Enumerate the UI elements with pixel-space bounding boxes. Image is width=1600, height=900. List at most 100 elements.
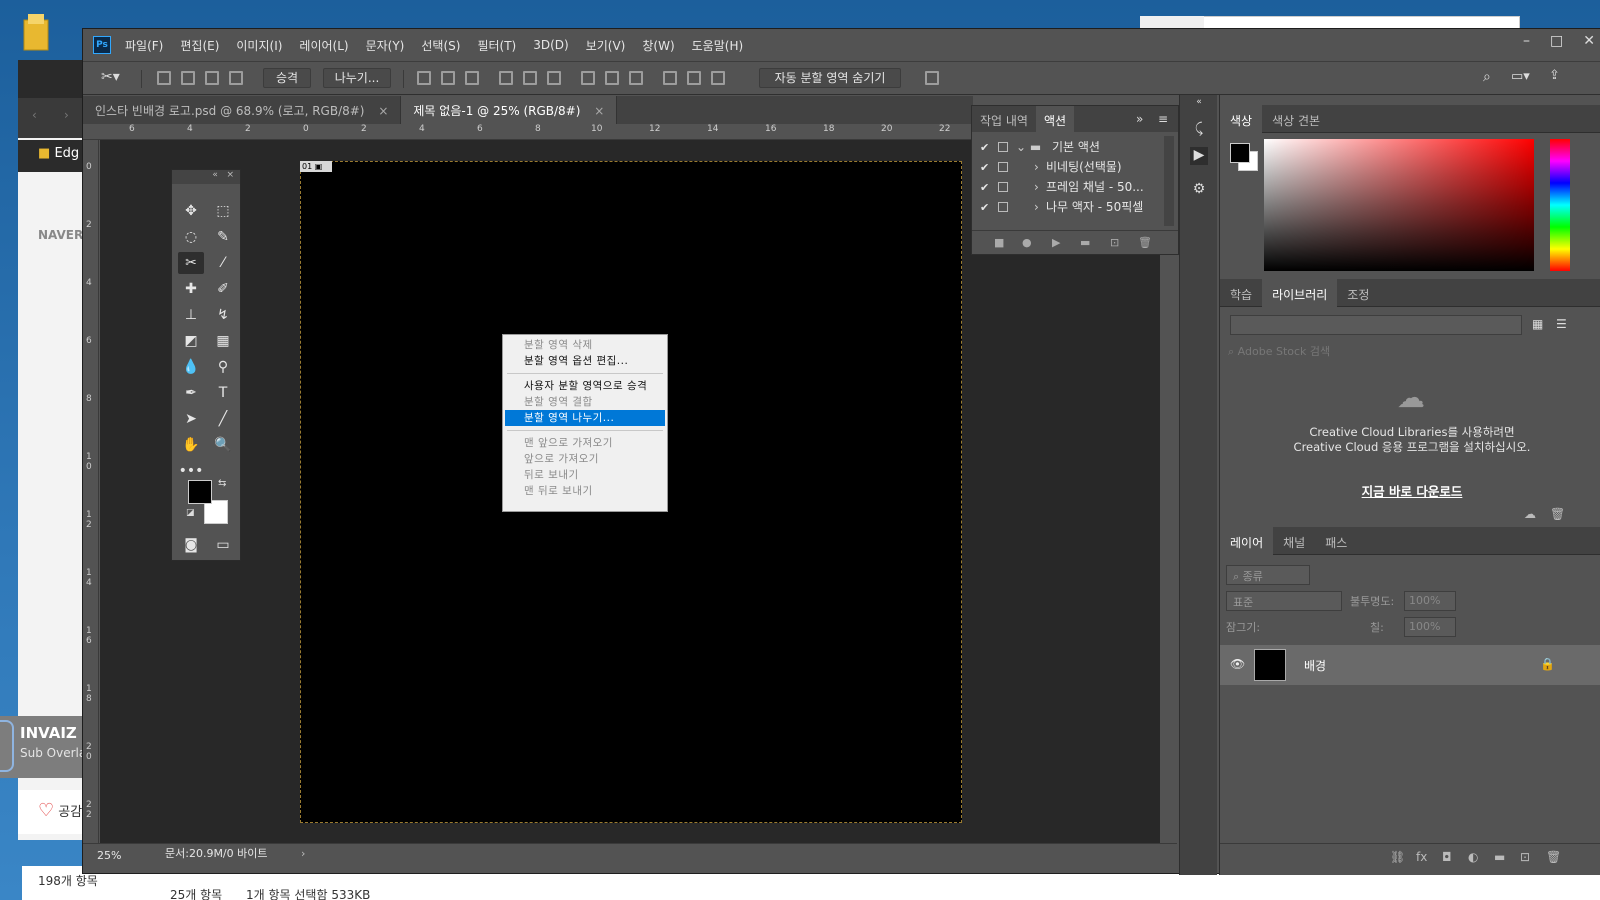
marquee-tool-icon[interactable]: ⬚ bbox=[210, 200, 236, 222]
hide-auto-slices-button[interactable]: 자동 분할 영역 숨기기 bbox=[759, 68, 901, 88]
menu-type[interactable]: 문자(Y) bbox=[366, 37, 405, 54]
layer-lock-icon[interactable]: 🔒 bbox=[1540, 657, 1555, 671]
menu-item-bring-to-front[interactable]: 맨 앞으로 가져오기 bbox=[505, 435, 665, 451]
back-icon[interactable]: ‹ bbox=[32, 108, 37, 122]
grid-view-icon[interactable]: ▦ bbox=[1532, 317, 1543, 331]
quick-select-tool-icon[interactable]: ✎ bbox=[210, 226, 236, 248]
pen-tool-icon[interactable]: ✒ bbox=[178, 382, 204, 404]
new-group-icon[interactable]: ▬ bbox=[1494, 850, 1505, 864]
library-search[interactable]: ⌕ Adobe Stock 검색 bbox=[1228, 343, 1330, 359]
gradient-tool-icon[interactable]: ▦ bbox=[210, 330, 236, 352]
distribute-hcenter-icon[interactable] bbox=[687, 71, 701, 85]
menu-image[interactable]: 이미지(I) bbox=[236, 37, 282, 54]
tab-channels[interactable]: 채널 bbox=[1273, 527, 1315, 555]
tab-history[interactable]: 작업 내역 bbox=[972, 106, 1036, 132]
distribute-right-icon[interactable] bbox=[711, 71, 725, 85]
tab-color[interactable]: 색상 bbox=[1220, 105, 1263, 133]
add-mask-icon[interactable]: ◘ bbox=[1442, 850, 1452, 864]
properties-panel-icon[interactable]: ⚙ bbox=[1190, 181, 1208, 199]
layer-row-background[interactable]: 👁 배경 🔒 bbox=[1220, 645, 1600, 685]
promote-button[interactable]: 승격 bbox=[263, 68, 311, 88]
forward-icon[interactable]: › bbox=[64, 108, 69, 122]
tab-document-1[interactable]: 인스타 빈배경 로고.psd @ 68.9% (로고, RGB/8#) × bbox=[83, 96, 402, 124]
distribute-vcenter-icon[interactable] bbox=[605, 71, 619, 85]
foreground-color-chip[interactable] bbox=[1230, 143, 1250, 163]
expand-arrow-icon[interactable]: › bbox=[1034, 198, 1039, 217]
action-row[interactable]: ✔ ⌄ ▬ 기본 액션 bbox=[972, 138, 1162, 157]
dodge-tool-icon[interactable]: ⚲ bbox=[210, 356, 236, 378]
align-top-icon[interactable] bbox=[417, 71, 431, 85]
action-check-icon[interactable]: ✔ bbox=[980, 198, 989, 217]
arrange-backward-icon[interactable] bbox=[205, 71, 219, 85]
slice-tool-icon[interactable]: ✂ bbox=[178, 252, 204, 274]
menu-view[interactable]: 보기(V) bbox=[586, 37, 626, 54]
collapse-icon[interactable]: « bbox=[1190, 97, 1208, 115]
search-icon[interactable]: ⌕ bbox=[1483, 69, 1491, 85]
close-tab-icon[interactable]: × bbox=[594, 104, 604, 118]
minimize-button[interactable]: – bbox=[1523, 33, 1530, 49]
swap-colors-icon[interactable]: ⇆ bbox=[218, 478, 226, 489]
action-dialog-toggle[interactable] bbox=[998, 182, 1008, 192]
tab-libraries[interactable]: 라이브러리 bbox=[1262, 279, 1338, 307]
action-dialog-toggle[interactable] bbox=[998, 142, 1008, 152]
layer-filter-select[interactable]: ⌕ 종류 bbox=[1226, 565, 1310, 585]
align-bottom-icon[interactable] bbox=[465, 71, 479, 85]
blur-tool-icon[interactable]: 💧 bbox=[178, 356, 204, 378]
new-action-icon[interactable]: ⊡ bbox=[1110, 236, 1119, 249]
foreground-color-swatch[interactable] bbox=[188, 480, 212, 504]
color-picker-field[interactable] bbox=[1264, 139, 1534, 271]
photoshop-logo-icon[interactable]: Ps bbox=[93, 36, 111, 54]
lasso-tool-icon[interactable]: ◌ bbox=[178, 226, 204, 248]
slice-select-tool-icon[interactable]: ✂▾ bbox=[101, 69, 120, 85]
expand-arrow-icon[interactable]: › bbox=[1034, 178, 1039, 197]
healing-brush-tool-icon[interactable]: ✚ bbox=[178, 278, 204, 300]
list-view-icon[interactable]: ☰ bbox=[1556, 317, 1567, 331]
action-check-icon[interactable]: ✔ bbox=[980, 178, 989, 197]
play-icon[interactable]: ▶ bbox=[1052, 236, 1060, 249]
menu-help[interactable]: 도움말(H) bbox=[692, 37, 744, 54]
eraser-tool-icon[interactable]: ◩ bbox=[178, 330, 204, 352]
delete-icon[interactable]: 🗑 bbox=[1138, 236, 1152, 249]
browser-favorite-edge[interactable]: ■ Edg bbox=[18, 140, 84, 172]
menu-item-edit-slice-options[interactable]: 분할 영역 옵션 편집... bbox=[505, 353, 665, 369]
zoom-tool-icon[interactable]: 🔍 bbox=[210, 434, 236, 456]
fx-icon[interactable]: fx bbox=[1416, 850, 1427, 864]
visibility-eye-icon[interactable]: 👁 bbox=[1230, 657, 1245, 671]
align-right-icon[interactable] bbox=[547, 71, 561, 85]
invaiz-tab-icon[interactable] bbox=[0, 720, 14, 772]
tab-swatches[interactable]: 색상 견본 bbox=[1262, 105, 1330, 133]
move-tool-icon[interactable]: ✥ bbox=[178, 200, 204, 222]
hand-tool-icon[interactable]: ✋ bbox=[178, 434, 204, 456]
type-tool-icon[interactable]: T bbox=[210, 382, 236, 404]
stop-icon[interactable]: ■ bbox=[994, 236, 1004, 249]
distribute-bottom-icon[interactable] bbox=[629, 71, 643, 85]
tab-document-2[interactable]: 제목 없음-1 @ 25% (RGB/8#) × bbox=[401, 96, 618, 124]
close-tab-icon[interactable]: × bbox=[378, 104, 388, 118]
screen-mode-icon[interactable]: ▭ bbox=[210, 534, 236, 556]
menu-item-combine-slices[interactable]: 분할 영역 결합 bbox=[505, 394, 665, 410]
distribute-left-icon[interactable] bbox=[663, 71, 677, 85]
slice-options-icon[interactable] bbox=[925, 71, 939, 85]
more-tools-icon[interactable]: ••• bbox=[178, 460, 204, 482]
arrange-forward-icon[interactable] bbox=[181, 71, 195, 85]
menu-item-send-to-back[interactable]: 맨 뒤로 보내기 bbox=[505, 483, 665, 499]
actions-panel-icon[interactable]: ▶ bbox=[1190, 147, 1208, 165]
menu-window[interactable]: 창(W) bbox=[642, 37, 674, 54]
library-delete-icon[interactable]: 🗑 bbox=[1550, 507, 1565, 521]
like-button[interactable]: ♡ 공감 bbox=[18, 790, 84, 834]
menu-item-divide-slice[interactable]: 분할 영역 나누기... bbox=[505, 410, 665, 426]
link-layers-icon[interactable]: ⛓ bbox=[1390, 850, 1405, 864]
tab-layers[interactable]: 레이어 bbox=[1220, 527, 1274, 555]
align-hcenter-icon[interactable] bbox=[523, 71, 537, 85]
record-icon[interactable]: ● bbox=[1022, 236, 1032, 249]
action-check-icon[interactable]: ✔ bbox=[980, 158, 989, 177]
panel-menu-icon[interactable]: ≡ bbox=[1158, 112, 1168, 126]
tab-actions[interactable]: 액션 bbox=[1035, 106, 1075, 132]
adjustment-layer-icon[interactable]: ◐ bbox=[1468, 850, 1478, 864]
align-left-icon[interactable] bbox=[499, 71, 513, 85]
menu-edit[interactable]: 편집(E) bbox=[180, 37, 219, 54]
line-tool-icon[interactable]: ╱ bbox=[210, 408, 236, 430]
action-row[interactable]: ✔ › 비네팅(선택물) bbox=[972, 158, 1162, 177]
toolbox-header[interactable]: « × bbox=[172, 170, 240, 184]
expand-panel-icon[interactable]: » bbox=[1136, 112, 1143, 126]
